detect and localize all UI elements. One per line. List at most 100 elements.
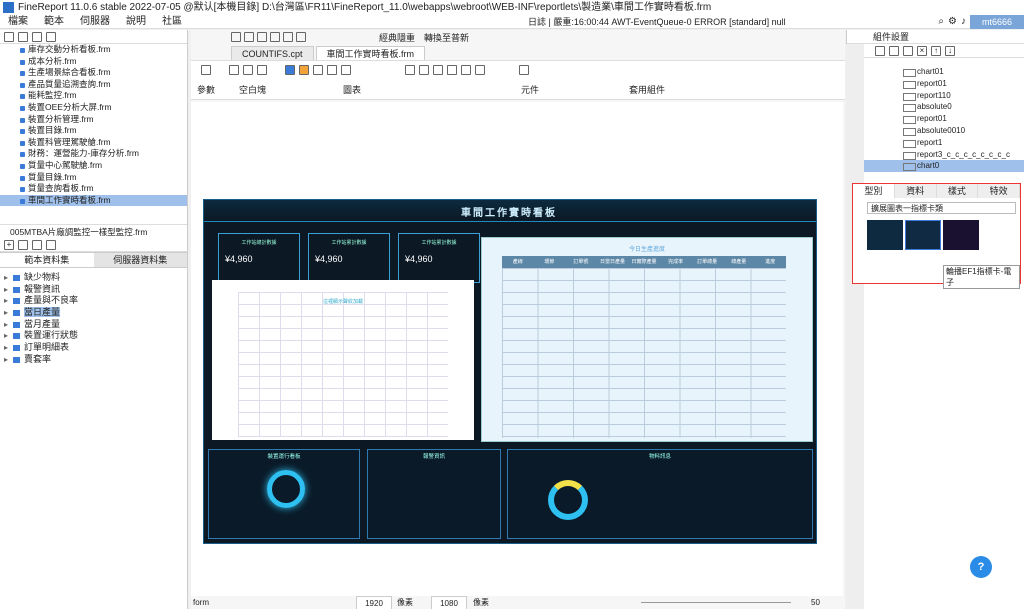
file-item[interactable]: 裝置目錄.frm (0, 125, 187, 137)
tab-type[interactable]: 型別 (853, 184, 895, 198)
dataset-item-selected[interactable]: 當日產量 (0, 307, 187, 319)
area-chart-icon[interactable] (327, 65, 337, 75)
move-down-icon[interactable]: ↓ (945, 45, 955, 56)
component-item[interactable]: report1 (847, 137, 1024, 149)
tree-widget-icon[interactable] (475, 65, 485, 75)
file-item[interactable]: 質量目錄.frm (0, 172, 187, 184)
file-item[interactable]: 產品質量追溯查詢.frm (0, 79, 187, 91)
file-item[interactable]: 裝置OEE分析大屏.frm (0, 102, 187, 114)
save-icon[interactable] (231, 32, 241, 42)
line-chart-icon[interactable] (313, 65, 323, 75)
paste-icon[interactable] (903, 45, 913, 56)
tab-style[interactable]: 樣式 (936, 184, 979, 198)
component-item-selected[interactable]: chart0 (847, 160, 1024, 173)
file-item[interactable]: 質量中心駕駛艙.frm (0, 160, 187, 172)
chart-area[interactable]: 這裡顯示聲紋加載 (212, 280, 474, 440)
chart-type-select[interactable]: 擴展圖表一指標卡類 (867, 202, 1016, 214)
component-item[interactable]: report3_c_c_c_c_c_c_c_c (847, 149, 1024, 161)
height-input[interactable]: 1080 (431, 596, 467, 609)
file-item[interactable]: 庫存交動分析看板.frm (0, 44, 187, 56)
file-item[interactable]: 質量查詢看板.frm (0, 183, 187, 195)
style-thumb[interactable] (943, 220, 979, 250)
grid-icon[interactable] (243, 65, 253, 75)
list-widget-icon[interactable] (461, 65, 471, 75)
cut-icon[interactable] (875, 45, 885, 56)
material-panel[interactable]: 物料訊息 (507, 449, 813, 539)
component-item[interactable]: report01 (847, 78, 1024, 90)
open-icon[interactable] (32, 31, 42, 42)
copy-icon[interactable] (283, 32, 293, 42)
map-icon[interactable] (341, 65, 351, 75)
menu-server[interactable]: 伺服器 (72, 15, 118, 29)
add-icon[interactable]: + (4, 239, 14, 250)
delete-icon[interactable] (46, 31, 56, 42)
component-item[interactable]: chart01 (847, 66, 1024, 78)
dataset-item[interactable]: 缺少物料 (0, 272, 187, 284)
select-widget-icon[interactable] (433, 65, 443, 75)
bar-chart-icon[interactable] (299, 65, 309, 75)
kpi-card[interactable]: 工作站累計數據 ¥4,960 (308, 233, 390, 283)
zoom-value[interactable]: 50 (811, 596, 820, 609)
dataset-item[interactable]: 裝置運行狀態 (0, 330, 187, 342)
convert-button[interactable]: 轉換至普新 (424, 31, 469, 44)
dataset-item[interactable]: 訂單明細表 (0, 342, 187, 354)
style-thumb[interactable] (867, 220, 903, 250)
preview-icon[interactable] (46, 239, 56, 250)
edit-icon[interactable] (18, 239, 28, 250)
file-item[interactable]: 成本分析.frm (0, 56, 187, 68)
classic-button[interactable]: 經典隱重 (379, 31, 415, 44)
file-item-below[interactable]: 005MTBA片廠調監控一樣型監控.frm (0, 224, 187, 238)
move-top-icon[interactable]: ↑ (931, 45, 941, 56)
file-item[interactable]: 裝置分析管理.frm (0, 114, 187, 126)
apply-component-icon[interactable] (519, 65, 529, 75)
blank-block-icon[interactable] (229, 65, 239, 75)
file-item[interactable]: 裝置科管理駕駛艙.frm (0, 137, 187, 149)
bell-icon[interactable]: ♪ (961, 15, 966, 29)
layout-icon[interactable] (257, 65, 267, 75)
gear-icon[interactable]: ⚙ (948, 15, 957, 29)
kpi-card[interactable]: 工作站累計數據 ¥4,960 (398, 233, 480, 283)
menu-help[interactable]: 說明 (118, 15, 154, 29)
cut-icon[interactable] (270, 32, 280, 42)
input-widget-icon[interactable] (419, 65, 429, 75)
zoom-slider[interactable] (641, 602, 791, 603)
redo-icon[interactable] (257, 32, 267, 42)
menu-community[interactable]: 社區 (154, 15, 190, 29)
tab-countifs[interactable]: COUNTIFS.cpt (231, 46, 314, 60)
width-input[interactable]: 1920 (356, 596, 392, 609)
file-item[interactable]: 能耗監控.frm (0, 90, 187, 102)
undo-icon[interactable] (244, 32, 254, 42)
help-icon[interactable]: ? (970, 556, 992, 578)
component-item[interactable]: report01 (847, 113, 1024, 125)
menu-file[interactable]: 檔案 (0, 15, 36, 29)
tab-effect[interactable]: 特效 (978, 184, 1020, 198)
file-item[interactable]: 財務：運營能力-庫存分析.frm (0, 148, 187, 160)
refresh-icon[interactable] (18, 31, 28, 42)
dataset-item[interactable]: 報警資訊 (0, 284, 187, 296)
menu-template[interactable]: 範本 (36, 15, 72, 29)
file-item[interactable]: 生產場景綜合看板.frm (0, 67, 187, 79)
design-canvas[interactable]: 車間工作實時看板 工作站總計數據 ¥4,960 工作站累計數據 ¥4,960 工作站… (191, 102, 843, 596)
date-widget-icon[interactable] (447, 65, 457, 75)
dataset-item[interactable]: 賣套率 (0, 354, 187, 366)
pie-chart-icon[interactable] (285, 65, 295, 75)
tab-data[interactable]: 資料 (894, 184, 937, 198)
style-thumb-selected[interactable] (905, 220, 941, 250)
dataset-item[interactable]: 當月產量 (0, 319, 187, 331)
component-item[interactable]: absolute0 (847, 101, 1024, 113)
tab-server-dataset[interactable]: 伺服器資料集 (93, 253, 187, 267)
param-icon[interactable] (201, 65, 211, 75)
copy-icon[interactable] (889, 45, 899, 56)
tab-dashboard[interactable]: 車間工作實時看板.frm (315, 46, 426, 60)
paste-icon[interactable] (296, 32, 306, 42)
tab-template-dataset[interactable]: 範本資料集 (0, 253, 94, 267)
new-icon[interactable] (4, 31, 14, 42)
user-badge[interactable]: mt6666 (969, 15, 1024, 29)
production-table[interactable]: 今日生產進度 產線 環節 訂單號 日當日產量 日實際產量 完成率 訂單總量 總產量 進度 (481, 237, 813, 442)
dataset-item[interactable]: 產量與不良率 (0, 295, 187, 307)
alarm-panel[interactable]: 報警資訊 (367, 449, 501, 539)
close-icon[interactable]: × (917, 45, 927, 56)
component-item[interactable]: absolute0010 (847, 125, 1024, 137)
trash-icon[interactable] (32, 239, 42, 250)
dashboard-preview[interactable]: 車間工作實時看板 工作站總計數據 ¥4,960 工作站累計數據 ¥4,960 工作站… (203, 199, 817, 544)
